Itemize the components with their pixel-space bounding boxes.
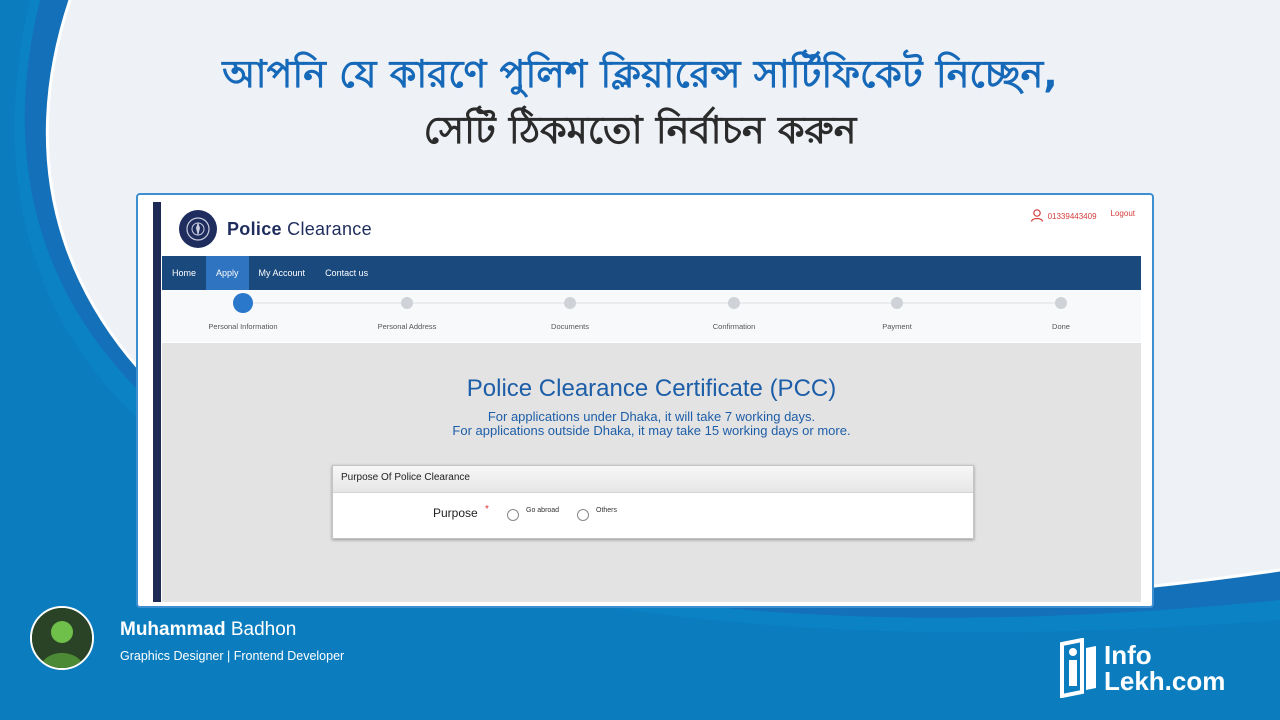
left-edge-bar — [153, 202, 161, 602]
user-icon[interactable] — [1030, 208, 1044, 222]
purpose-card: Purpose Of Police Clearance Purpose * Go… — [332, 465, 974, 539]
progress-steps-track — [233, 293, 1067, 313]
main-nav: Home Apply My Account Contact us — [162, 256, 1141, 290]
brand-title: Police Clearance — [227, 219, 372, 240]
main-content: Police Clearance Certificate (PCC) For a… — [162, 343, 1141, 602]
purpose-label: Purpose — [433, 506, 478, 520]
step-label-payment: Payment — [882, 322, 912, 331]
info-line-outside-dhaka: For applications outside Dhaka, it may t… — [452, 423, 851, 438]
brand-title-bold: Police — [227, 218, 282, 239]
step-dot-2 — [401, 297, 413, 309]
step-dot-3 — [564, 297, 576, 309]
police-emblem-icon — [179, 210, 217, 248]
nav-my-account[interactable]: My Account — [249, 256, 316, 290]
step-label-personal-address: Personal Address — [377, 322, 437, 331]
infolekh-logo-icon — [1060, 638, 1096, 698]
purpose-card-title: Purpose Of Police Clearance — [333, 466, 973, 493]
logout-link[interactable]: Logout — [1111, 209, 1135, 218]
logo-line-1: Info — [1104, 640, 1152, 670]
user-phone[interactable]: 01339443409 — [1048, 212, 1097, 221]
nav-apply[interactable]: Apply — [206, 256, 249, 290]
author-name-bold: Muhammad — [120, 619, 226, 640]
step-dot-1 — [233, 293, 253, 313]
radio-go-abroad[interactable] — [507, 509, 519, 521]
page-title: Police Clearance Certificate (PCC) — [466, 375, 837, 402]
required-mark: * — [485, 504, 489, 515]
brand[interactable]: Police Clearance — [179, 206, 372, 252]
avatar — [30, 606, 94, 670]
info-line-dhaka: For applications under Dhaka, it will ta… — [487, 409, 816, 424]
author-role: Graphics Designer | Frontend Developer — [120, 649, 345, 663]
step-label-documents: Documents — [551, 322, 589, 331]
radio-others[interactable] — [577, 509, 589, 521]
nav-home[interactable]: Home — [162, 256, 206, 290]
banner-headline: আপনি যে কারণে পুলিশ ক্লিয়ারেন্স সার্টিফ… — [0, 46, 1280, 158]
police-clearance-app: Police Clearance 01339443409 Logout Home… — [153, 202, 1143, 602]
step-dot-6 — [1055, 297, 1067, 309]
progress-steps: Personal Information Personal Address Do… — [162, 290, 1141, 342]
author-name-rest: Badhon — [230, 619, 297, 640]
radio-label-go-abroad[interactable]: Go abroad — [526, 507, 559, 514]
infolekh-logo: Info Lekh.com — [1056, 638, 1225, 698]
purpose-row: Purpose * Go abroad Others — [333, 504, 973, 524]
radio-label-others[interactable]: Others — [596, 507, 617, 514]
step-label-confirmation: Confirmation — [712, 322, 756, 331]
brand-title-rest: Clearance — [287, 218, 372, 239]
banner-line-1: আপনি যে কারণে পুলিশ ক্লিয়ারেন্স সার্টিফ… — [222, 52, 1058, 96]
step-label-done: Done — [1052, 322, 1070, 331]
author-name: Muhammad Badhon — [120, 619, 296, 641]
infolekh-logo-text: Info Lekh.com — [1104, 642, 1225, 694]
step-label-personal-information: Personal Information — [208, 322, 278, 331]
user-box: 01339443409 Logout — [1030, 208, 1135, 222]
logo-line-2: Lekh.com — [1104, 666, 1226, 696]
banner-line-2: সেটি ঠিকমতো নির্বাচন করুন — [423, 108, 857, 152]
processing-info: For applications under Dhaka, it will ta… — [162, 410, 1141, 438]
step-dot-5 — [891, 297, 903, 309]
step-dot-4 — [728, 297, 740, 309]
nav-contact-us[interactable]: Contact us — [315, 256, 378, 290]
